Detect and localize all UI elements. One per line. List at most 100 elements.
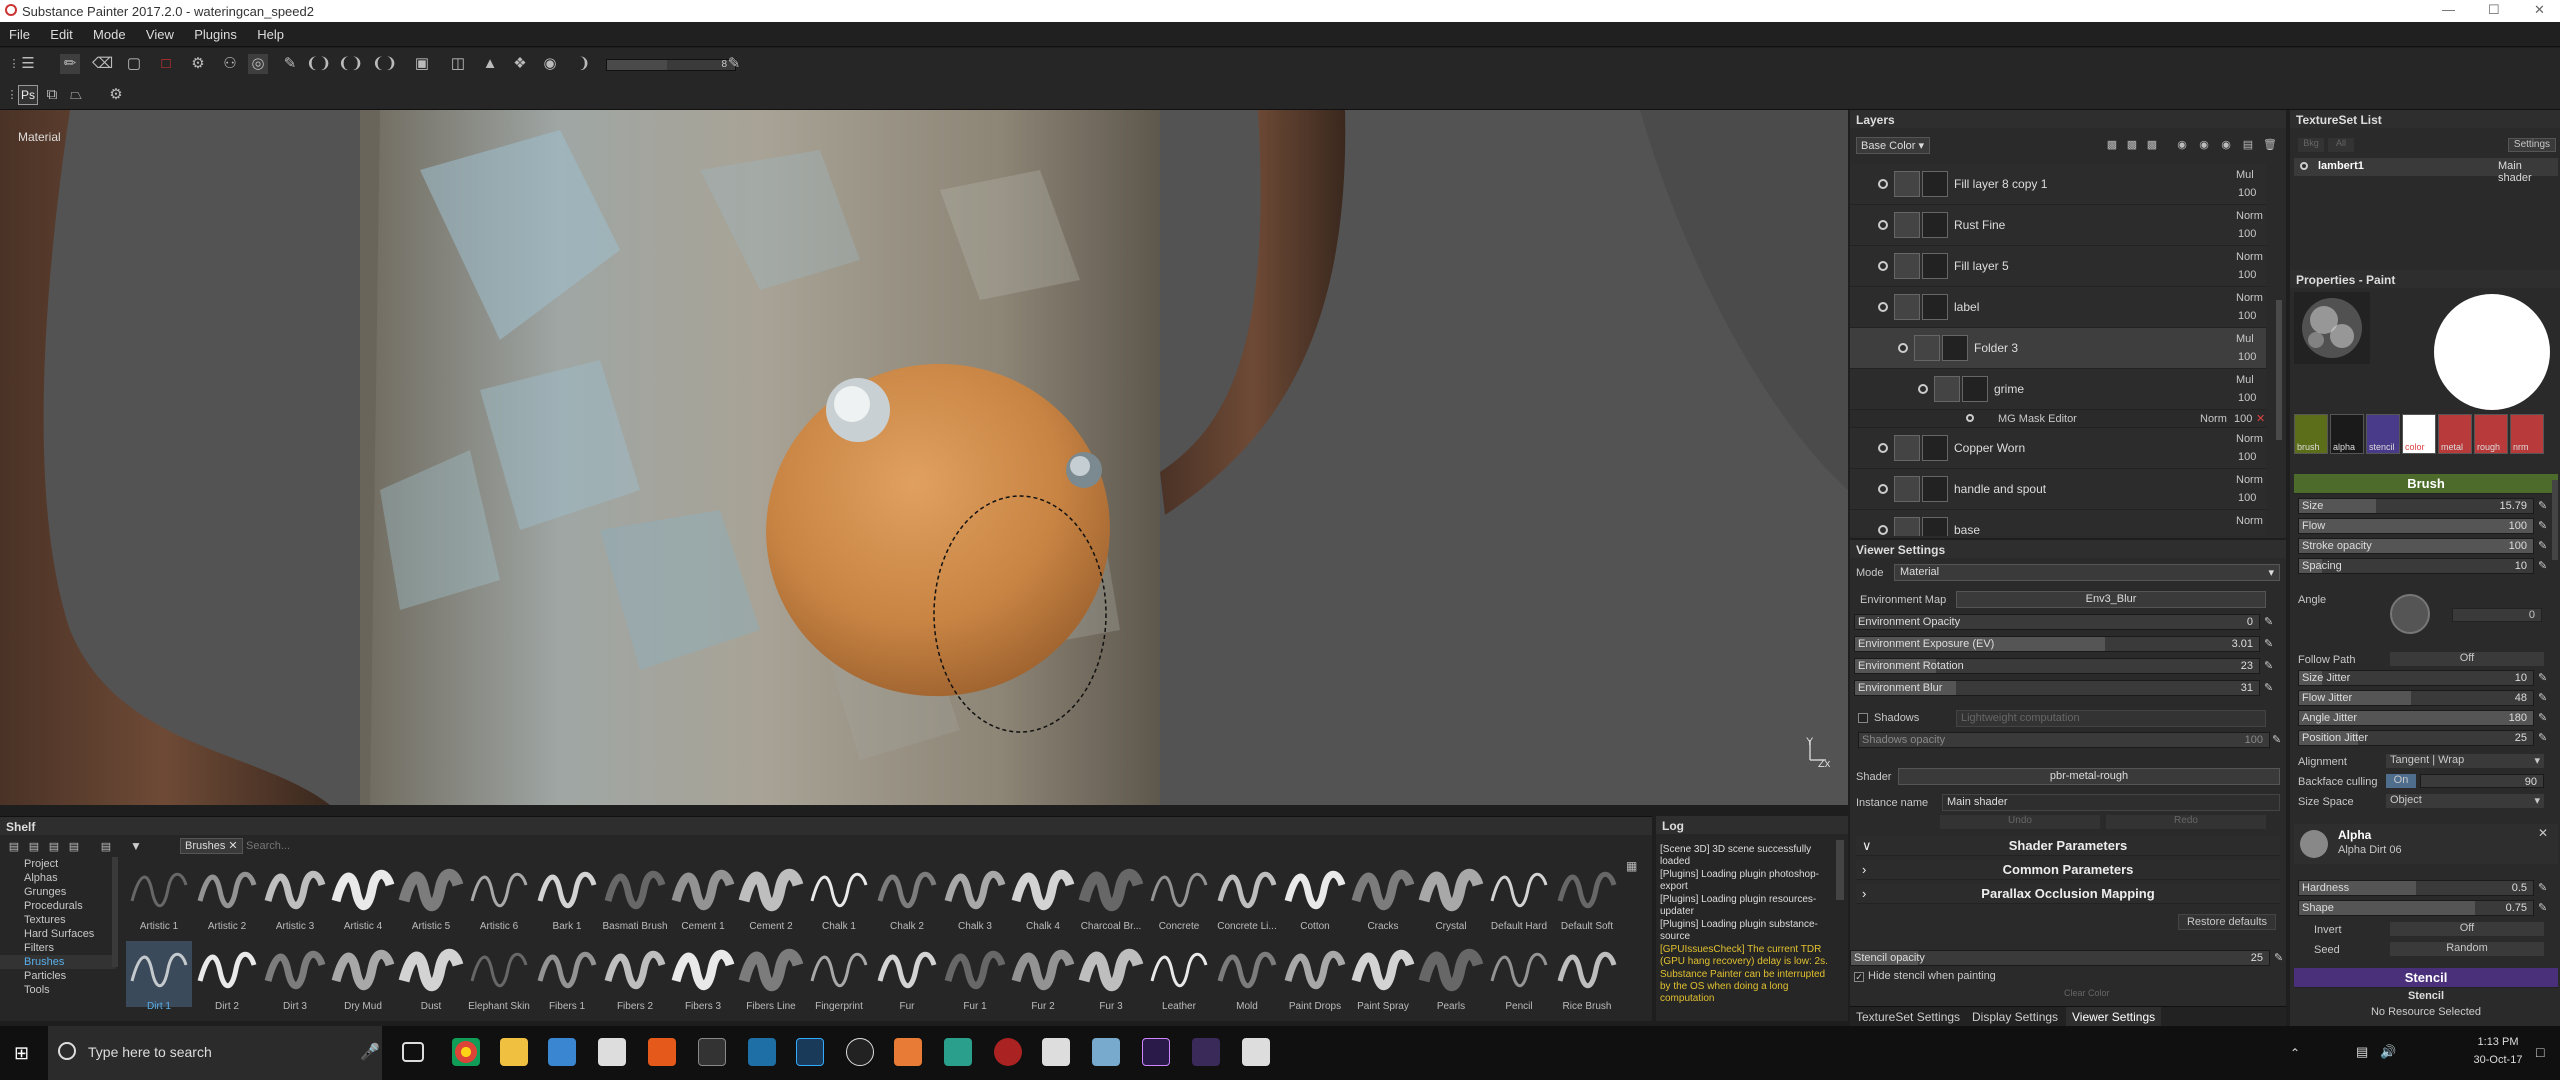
layer-row[interactable]: Copper Worn Norm 100	[1850, 428, 2266, 469]
layer-blend-mode[interactable]: Norm	[2236, 474, 2263, 486]
edit-icon[interactable]: ✎	[2538, 539, 2547, 552]
notifications-icon[interactable]: □	[2536, 1044, 2544, 1060]
mask-thumbnail[interactable]	[1922, 294, 1948, 320]
layer-blend-mode[interactable]: Norm	[2236, 433, 2263, 445]
edit-icon[interactable]: ✎	[2538, 499, 2547, 512]
epic-games-icon[interactable]	[698, 1038, 726, 1066]
layer-row[interactable]: Fill layer 5 Norm 100	[1850, 246, 2266, 287]
grid-view-icon[interactable]: ▦	[1626, 859, 1640, 873]
layer-opacity[interactable]: 100	[2238, 187, 2256, 199]
material-slot-brush[interactable]: brush	[2294, 414, 2328, 454]
property-slider[interactable]: Flow 100	[2298, 518, 2534, 534]
add-fill-icon[interactable]: ◉	[2172, 135, 2192, 155]
backface-angle-slider[interactable]: 90	[2420, 774, 2544, 788]
brush-tile[interactable]: Mold	[1214, 941, 1280, 1012]
property-slider[interactable]: Position Jitter 25	[2298, 730, 2534, 746]
property-slider[interactable]: Size Jitter 10	[2298, 670, 2534, 686]
calculator-icon[interactable]	[598, 1038, 626, 1066]
collapse-icon[interactable]: ▤	[96, 837, 116, 857]
add-mask-icon[interactable]: ▩	[2102, 135, 2122, 155]
brush-section-header[interactable]: Brush	[2294, 474, 2558, 494]
menu-file[interactable]: File	[0, 22, 38, 42]
edit-icon[interactable]: ✎	[2538, 519, 2547, 532]
layer-row[interactable]: grime Mul 100	[1850, 369, 2266, 410]
angle-input[interactable]: 0	[2452, 608, 2542, 622]
stencil-section-header[interactable]: Stencil	[2294, 968, 2558, 988]
category-grunges[interactable]: Grunges	[0, 885, 116, 899]
brush-tile[interactable]: Chalk 3	[942, 861, 1008, 932]
brush-tile[interactable]: Dust	[398, 941, 464, 1012]
category-scrollbar[interactable]	[112, 857, 118, 967]
folder-app-icon[interactable]	[1092, 1038, 1120, 1066]
unreal-engine-icon[interactable]	[846, 1038, 874, 1066]
new-icon[interactable]: ▤	[44, 837, 64, 857]
visibility-eye-icon[interactable]	[1898, 343, 1908, 353]
brush-tile[interactable]: Cement 2	[738, 861, 804, 932]
paint-brush-icon[interactable]: ✏	[60, 54, 80, 74]
edit-icon[interactable]: ✎	[2538, 671, 2547, 684]
edit-icon[interactable]: ✎	[2272, 733, 2281, 746]
add-folder-icon[interactable]: ▤	[2238, 135, 2258, 155]
brush-tile[interactable]: Fibers 2	[602, 941, 668, 1012]
brush-tile[interactable]: Chalk 1	[806, 861, 872, 932]
volume-icon[interactable]: 🔊	[2380, 1044, 2396, 1060]
file-explorer-icon[interactable]	[500, 1038, 528, 1066]
menu-mode[interactable]: Mode	[84, 22, 134, 42]
mask-editor-opacity[interactable]: 100	[2234, 413, 2252, 425]
chrome-icon[interactable]	[452, 1038, 480, 1066]
edit-icon[interactable]: ✎	[2264, 681, 2273, 694]
layer-row[interactable]: base Norm	[1850, 510, 2266, 536]
windows-start-icon[interactable]: ⊞	[14, 1043, 34, 1063]
brush-tile[interactable]: Leather	[1146, 941, 1212, 1012]
brush-tile[interactable]: Charcoal Br...	[1078, 861, 1144, 932]
smudge-icon[interactable]: ⚙	[188, 54, 208, 74]
photoshop-export-button[interactable]: Ps	[18, 85, 38, 105]
property-slider[interactable]: Stroke opacity 100	[2298, 538, 2534, 554]
view-mode-icon[interactable]: ▲	[480, 54, 500, 74]
visibility-eye-icon[interactable]	[1878, 443, 1888, 453]
shader-parameters-section[interactable]: ∨ Shader Parameters	[1856, 836, 2280, 856]
category-project[interactable]: Project	[0, 857, 116, 871]
maya-icon[interactable]	[944, 1038, 972, 1066]
alignment-dropdown[interactable]: Tangent | Wrap ▾	[2386, 754, 2544, 768]
picker-icon[interactable]: ✎	[280, 54, 300, 74]
layer-blend-mode[interactable]: Norm	[2236, 515, 2263, 527]
seed-field[interactable]: Random	[2390, 942, 2544, 956]
mask-thumbnail[interactable]	[1922, 253, 1948, 279]
mask-editor-row[interactable]: MG Mask Editor Norm 100 ✕	[1850, 410, 2266, 428]
mask-thumbnail[interactable]	[1922, 476, 1948, 502]
brush-tile[interactable]: Fur 2	[1010, 941, 1076, 1012]
mask-thumbnail[interactable]	[1922, 212, 1948, 238]
menu-plugins[interactable]: Plugins	[185, 22, 245, 42]
export-icon[interactable]: ⧉	[42, 85, 62, 105]
brush-tile[interactable]: Fibers 1	[534, 941, 600, 1012]
tab-textureset-settings[interactable]: TextureSet Settings	[1856, 1010, 1960, 1024]
tab-display-settings[interactable]: Display Settings	[1972, 1010, 2058, 1024]
brush-tile[interactable]: Pencil	[1486, 941, 1552, 1012]
edit-icon[interactable]: ✎	[2538, 731, 2547, 744]
invert-toggle[interactable]: Off	[2390, 922, 2544, 936]
category-particles[interactable]: Particles	[0, 969, 116, 983]
property-slider[interactable]: Size 15.79	[2298, 498, 2534, 514]
brush-tile[interactable]: Bark 1	[534, 861, 600, 932]
record-icon[interactable]: ◉	[540, 54, 560, 74]
common-parameters-section[interactable]: › Common Parameters	[1856, 860, 2280, 880]
brushes-filter-tab[interactable]: Brushes ✕	[180, 838, 243, 854]
camera-icon[interactable]: ▣	[412, 54, 432, 74]
visibility-eye-icon[interactable]	[1966, 414, 1974, 422]
3d-cube-icon[interactable]: ❖	[510, 54, 530, 74]
layer-blend-mode[interactable]: Norm	[2236, 210, 2263, 222]
property-slider[interactable]: Environment Opacity 0	[1854, 614, 2260, 630]
layer-blend-mode[interactable]: Mul	[2236, 169, 2254, 181]
category-filters[interactable]: Filters	[0, 941, 116, 955]
layer-opacity[interactable]: 100	[2238, 492, 2256, 504]
visibility-eye-icon[interactable]	[1878, 302, 1888, 312]
brush-tile[interactable]: Elephant Skin	[466, 941, 532, 1012]
mask-thumbnail[interactable]	[1922, 517, 1948, 536]
envmap-selector[interactable]: Env3_Blur	[1956, 591, 2266, 608]
layer-opacity[interactable]: 100	[2238, 228, 2256, 240]
property-slider[interactable]: Hardness 0.5	[2298, 880, 2534, 896]
steam-icon[interactable]	[748, 1038, 776, 1066]
brush-tile[interactable]: Paint Spray	[1350, 941, 1416, 1012]
blender-icon[interactable]	[894, 1038, 922, 1066]
